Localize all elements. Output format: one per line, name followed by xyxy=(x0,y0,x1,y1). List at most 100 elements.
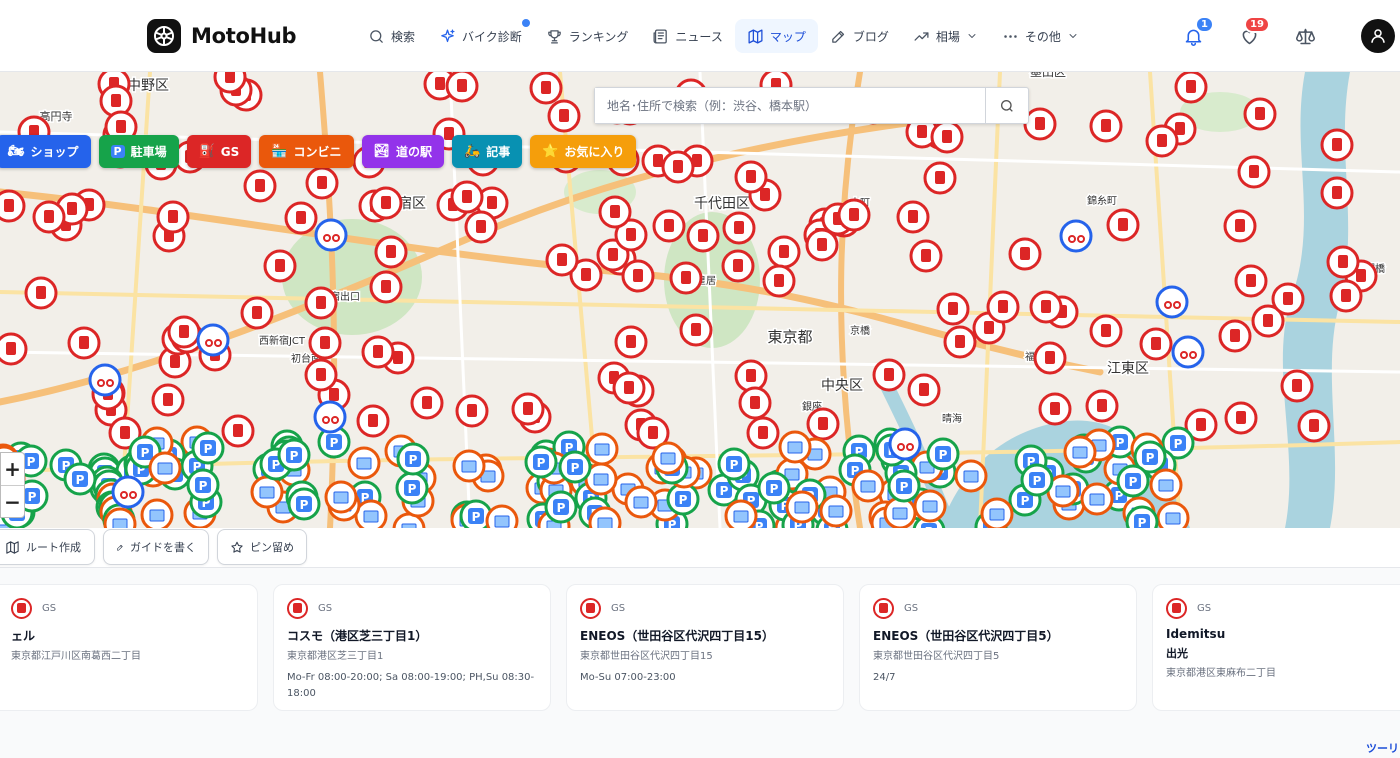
shop-marker xyxy=(111,475,145,509)
roadside-station-icon: 🏞 xyxy=(373,144,391,159)
top-header: MotoHub 検索 バイク診断 ランキング ニュース マップ ブログ 相場 そ… xyxy=(0,0,1400,72)
gas-station-marker-glyph xyxy=(1332,138,1342,151)
gas-station-marker-glyph xyxy=(67,202,77,215)
touring-link[interactable]: ツーリン xyxy=(1366,740,1400,756)
nav-market[interactable]: 相場 xyxy=(901,19,990,53)
gas-station-marker-glyph xyxy=(457,79,467,92)
filter-gs[interactable]: ⛽ GS xyxy=(186,135,252,168)
spot-card[interactable]: GS ENEOS（世田谷区代沢四丁目15） 東京都世田谷区代沢四丁目15 Mo-… xyxy=(566,584,844,711)
notifications-button[interactable]: 1 xyxy=(1178,16,1214,52)
nav-bike-diagnosis[interactable]: バイク診断 xyxy=(427,19,534,53)
newspaper-icon xyxy=(653,28,668,44)
gas-station-marker-glyph xyxy=(523,402,533,415)
gas-station-marker-glyph xyxy=(935,171,945,184)
gas-station-marker-glyph xyxy=(393,351,403,364)
pin-button[interactable]: ピン留め xyxy=(217,529,307,565)
fuel-icon: ⛽ xyxy=(198,144,215,159)
spot-card[interactable]: GS ェル 東京都江戸川区南葛西二丁目 xyxy=(0,584,258,711)
nav-more[interactable]: その他 xyxy=(990,19,1091,53)
gas-station-marker-glyph xyxy=(908,210,918,223)
filter-shop[interactable]: 🏍 ショップ xyxy=(0,135,91,168)
gas-station-marker-glyph xyxy=(1196,418,1206,431)
convenience-marker-glyph xyxy=(356,457,372,470)
convenience-marker-glyph xyxy=(733,510,749,523)
map-toolbar: ルート作成 ガイドを書く ピン留め xyxy=(0,528,1400,568)
convenience-marker-glyph xyxy=(1158,479,1174,492)
parking-marker-letter: P xyxy=(28,490,37,504)
map-search-input[interactable] xyxy=(595,88,985,123)
gas-station-marker-glyph xyxy=(1292,379,1302,392)
map-view[interactable]: 中野区新宿区千代田区東京都中央区江東区高円寺新宿出口西新宿JCT初台南皇居福住錦… xyxy=(0,72,1400,528)
gas-station-marker-glyph xyxy=(1186,80,1196,93)
gas-station-marker-glyph xyxy=(373,345,383,358)
gas-station-marker-glyph xyxy=(467,404,477,417)
gas-station-marker-glyph xyxy=(1235,219,1245,232)
main-nav: 検索 バイク診断 ランキング ニュース マップ ブログ 相場 その他 xyxy=(356,18,1091,54)
sparkle-icon xyxy=(441,28,455,42)
shop-marker xyxy=(1155,285,1189,319)
parking-marker-letter: P xyxy=(537,456,546,470)
map-area-label: 京橋 xyxy=(850,324,870,337)
star-icon xyxy=(231,541,243,553)
gas-station-marker-glyph xyxy=(984,321,994,334)
gas-station-marker-glyph xyxy=(1020,247,1030,260)
compare-button[interactable] xyxy=(1290,20,1320,52)
spot-card[interactable]: GS Idemitsu 出光 東京都港区東麻布二丁目 xyxy=(1152,584,1400,711)
parking-marker-letter: P xyxy=(720,484,729,498)
article-icon: 🛵 xyxy=(464,144,481,159)
gas-station-marker-glyph xyxy=(435,77,445,90)
map-area-label: 東京都 xyxy=(767,328,812,346)
gas-station-marker-glyph xyxy=(4,199,14,212)
map-icon xyxy=(6,540,19,554)
parking-marker-letter: P xyxy=(1033,474,1042,488)
create-route-label: ルート作成 xyxy=(26,541,81,554)
user-avatar[interactable] xyxy=(1361,19,1395,53)
zoom-in-button[interactable]: + xyxy=(1,453,24,485)
app-logo[interactable]: MotoHub xyxy=(147,19,297,53)
parking-marker-letter: P xyxy=(1129,475,1138,489)
nav-bike-diagnosis-label: バイク診断 xyxy=(462,29,522,44)
nav-ranking[interactable]: ランキング xyxy=(534,19,641,53)
nav-blog[interactable]: ブログ xyxy=(818,19,901,53)
gas-station-marker-glyph xyxy=(626,228,636,241)
map-search-button[interactable] xyxy=(985,88,1028,123)
favorites-button[interactable]: 19 xyxy=(1234,16,1270,52)
map-area-label: 千代田区 xyxy=(694,196,750,212)
card-type: GS xyxy=(611,602,626,614)
more-icon xyxy=(1004,34,1017,38)
filter-article-label: 記事 xyxy=(486,145,511,159)
gas-station-marker-glyph xyxy=(386,245,396,258)
spot-card[interactable]: GS コスモ（港区芝三丁目1） 東京都港区芝三丁目1 Mo-Fr 08:00-2… xyxy=(273,584,551,711)
scale-icon xyxy=(1295,28,1315,44)
parking-marker-letter: P xyxy=(408,482,417,496)
card-title: Idemitsu xyxy=(1166,627,1226,641)
gas-station-marker-glyph xyxy=(6,342,16,355)
filter-roadside-station-label: 道の駅 xyxy=(396,145,433,159)
gas-station-marker-glyph xyxy=(1356,269,1366,282)
parking-marker-letter: P xyxy=(557,501,566,515)
parking-marker-letter: P xyxy=(1021,494,1030,508)
nav-map[interactable]: マップ xyxy=(734,19,818,53)
nav-news[interactable]: ニュース xyxy=(640,19,734,53)
filter-article[interactable]: 🛵 記事 xyxy=(452,135,523,168)
gas-station-marker-glyph xyxy=(225,72,235,83)
parking-marker-letter: P xyxy=(1116,436,1125,450)
shop-marker xyxy=(314,218,348,252)
filter-roadside-station[interactable]: 🏞 道の駅 xyxy=(361,135,445,168)
card-type: GS xyxy=(904,602,919,614)
create-route-button[interactable]: ルート作成 xyxy=(0,529,95,565)
spot-card[interactable]: GS ENEOS（世田谷区代沢四丁目5） 東京都世田谷区代沢四丁目5 24/7 xyxy=(859,584,1137,711)
filter-favorites[interactable]: ⭐ お気に入り xyxy=(530,135,637,168)
parking-marker-letter: P xyxy=(472,510,481,524)
gas-station-marker-glyph xyxy=(942,130,952,143)
nav-search[interactable]: 検索 xyxy=(356,19,427,53)
filter-convenience[interactable]: 🏪 コンビニ xyxy=(259,135,354,168)
gas-station-marker-glyph xyxy=(252,306,262,319)
motorcycle-icon: 🏍 xyxy=(8,144,25,159)
gas-station-marker-glyph xyxy=(79,336,89,349)
write-guide-button[interactable]: ガイドを書く xyxy=(103,529,209,565)
zoom-out-button[interactable]: − xyxy=(1,485,24,517)
nav-market-label: 相場 xyxy=(935,29,960,44)
filter-parking[interactable]: P 駐車場 xyxy=(98,135,179,168)
gas-station-marker-glyph xyxy=(255,179,265,192)
